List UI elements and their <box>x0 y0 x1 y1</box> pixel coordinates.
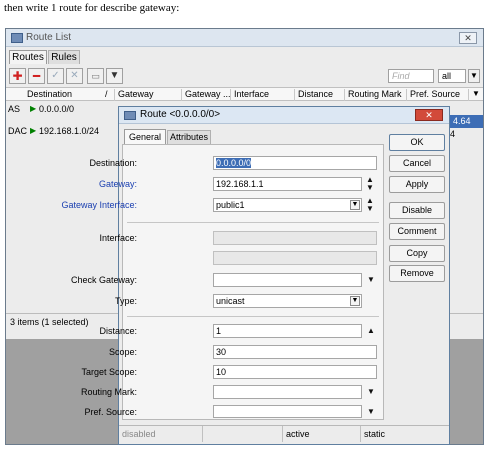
route-dialog-title: Route <0.0.0.0/0> <box>140 109 221 120</box>
destination-field[interactable]: 0.0.0.0/0 <box>213 156 377 170</box>
comment-button[interactable]: Comment <box>389 223 445 240</box>
row-destination: 0.0.0.0/0 <box>39 104 75 114</box>
gateway-label: Gateway: <box>98 179 137 189</box>
tab-general[interactable]: General <box>124 129 166 144</box>
chevron-down-icon[interactable]: ▼ <box>468 69 480 83</box>
pref-source-field[interactable] <box>213 405 362 418</box>
gateway-interface-updown-icon[interactable]: ▲ ▼ <box>366 197 374 213</box>
window-icon <box>11 33 23 43</box>
col-sort-indicator: / <box>105 89 108 99</box>
col-distance[interactable]: Distance <box>294 89 333 101</box>
close-icon[interactable]: ✕ <box>415 109 443 121</box>
route-list-titlebar: Route List ✕ <box>6 29 483 47</box>
column-menu-icon[interactable]: ▼ <box>468 89 480 101</box>
general-panel: Destination: 0.0.0.0/0 Gateway: 192.168.… <box>61 144 384 420</box>
routing-mark-label: Routing Mark: <box>80 387 137 397</box>
routing-mark-field[interactable] <box>213 385 362 399</box>
col-interface[interactable]: Interface <box>230 89 269 101</box>
chevron-down-icon[interactable]: ▼ <box>367 407 375 416</box>
row-destination: 192.168.1.0/24 <box>39 126 100 136</box>
pref-source-cell-selected[interactable]: 4.64 <box>450 115 483 128</box>
check-gateway-label: Check Gateway: <box>70 275 137 285</box>
disable-icon[interactable]: ✕ <box>66 68 83 84</box>
distance-field[interactable]: 1 <box>213 324 362 338</box>
target-scope-label: Target Scope: <box>81 367 137 377</box>
col-gateway-distance[interactable]: Gateway ... <box>181 89 231 101</box>
interface-field-2 <box>213 251 377 265</box>
check-gateway-field[interactable] <box>213 273 362 287</box>
comment-icon[interactable]: ▭ <box>87 68 104 84</box>
status-active: active <box>283 426 361 442</box>
column-header: Destination / Gateway Gateway ... Interf… <box>6 87 483 101</box>
row-flags: DAC <box>8 126 28 136</box>
cancel-button[interactable]: Cancel <box>389 155 445 172</box>
divider <box>127 316 379 317</box>
type-label: Type: <box>114 296 137 306</box>
disable-button[interactable]: Disable <box>389 202 445 219</box>
tab-routes[interactable]: Routes <box>9 50 47 64</box>
col-destination[interactable]: Destination <box>24 89 72 101</box>
copy-button[interactable]: Copy <box>389 245 445 262</box>
interface-field <box>213 231 377 245</box>
close-icon[interactable]: ✕ <box>459 32 477 44</box>
divider <box>127 222 379 223</box>
ok-button[interactable]: OK <box>389 134 445 151</box>
pref-source-cell: 4 <box>450 129 456 139</box>
gateway-field[interactable]: 192.168.1.1 <box>213 177 362 191</box>
chevron-down-icon[interactable]: ▼ <box>367 275 375 284</box>
col-gateway[interactable]: Gateway <box>114 89 154 101</box>
scope-label: Scope: <box>108 347 137 357</box>
pref-source-label: Pref. Source: <box>84 407 137 417</box>
row-flags: AS <box>8 104 21 114</box>
filter-select[interactable]: all <box>438 69 466 83</box>
active-flag-icon: ▶ <box>30 104 37 113</box>
chevron-up-icon[interactable]: ▲ <box>367 326 375 335</box>
target-scope-field[interactable]: 10 <box>213 365 377 379</box>
interface-label: Interface: <box>99 233 137 243</box>
gateway-interface-label: Gateway Interface: <box>61 200 137 210</box>
document-caption: then write 1 route for describe gateway: <box>4 2 180 14</box>
add-icon[interactable]: ✚ <box>9 68 26 84</box>
destination-value: 0.0.0.0/0 <box>216 158 252 168</box>
col-pref-source[interactable]: Pref. Source <box>406 89 460 101</box>
gateway-updown-icon[interactable]: ▲ ▼ <box>366 176 374 192</box>
gateway-interface-field[interactable]: public1 <box>213 198 362 212</box>
tab-rules[interactable]: Rules <box>48 50 80 64</box>
scope-field[interactable]: 30 <box>213 345 377 359</box>
apply-button[interactable]: Apply <box>389 176 445 193</box>
filter-icon[interactable]: ▼ <box>106 68 123 84</box>
chevron-down-icon[interactable]: ▼ <box>350 200 360 210</box>
route-dialog: Route <0.0.0.0/0> ✕ General Attributes D… <box>61 106 450 445</box>
col-routing-mark[interactable]: Routing Mark <box>344 89 402 101</box>
remove-icon[interactable]: ━ <box>28 68 45 84</box>
status-disabled: disabled <box>119 426 203 442</box>
route-list-title: Route List <box>26 32 72 43</box>
status-static: static <box>364 429 386 439</box>
route-status-bar: disabled active static <box>119 425 449 442</box>
chevron-down-icon[interactable]: ▼ <box>367 387 375 396</box>
remove-button[interactable]: Remove <box>389 265 445 282</box>
distance-label: Distance: <box>99 326 137 336</box>
active-flag-icon: ▶ <box>30 126 37 135</box>
enable-icon[interactable]: ✓ <box>47 68 64 84</box>
tab-attributes[interactable]: Attributes <box>167 130 211 144</box>
chevron-down-icon[interactable]: ▼ <box>350 296 360 306</box>
route-dialog-titlebar: Route <0.0.0.0/0> ✕ <box>119 107 449 124</box>
status-empty <box>203 426 283 442</box>
window-icon <box>124 111 136 120</box>
destination-label: Destination: <box>89 158 137 168</box>
type-field[interactable]: unicast <box>213 294 362 308</box>
find-input[interactable]: Find <box>388 69 434 83</box>
